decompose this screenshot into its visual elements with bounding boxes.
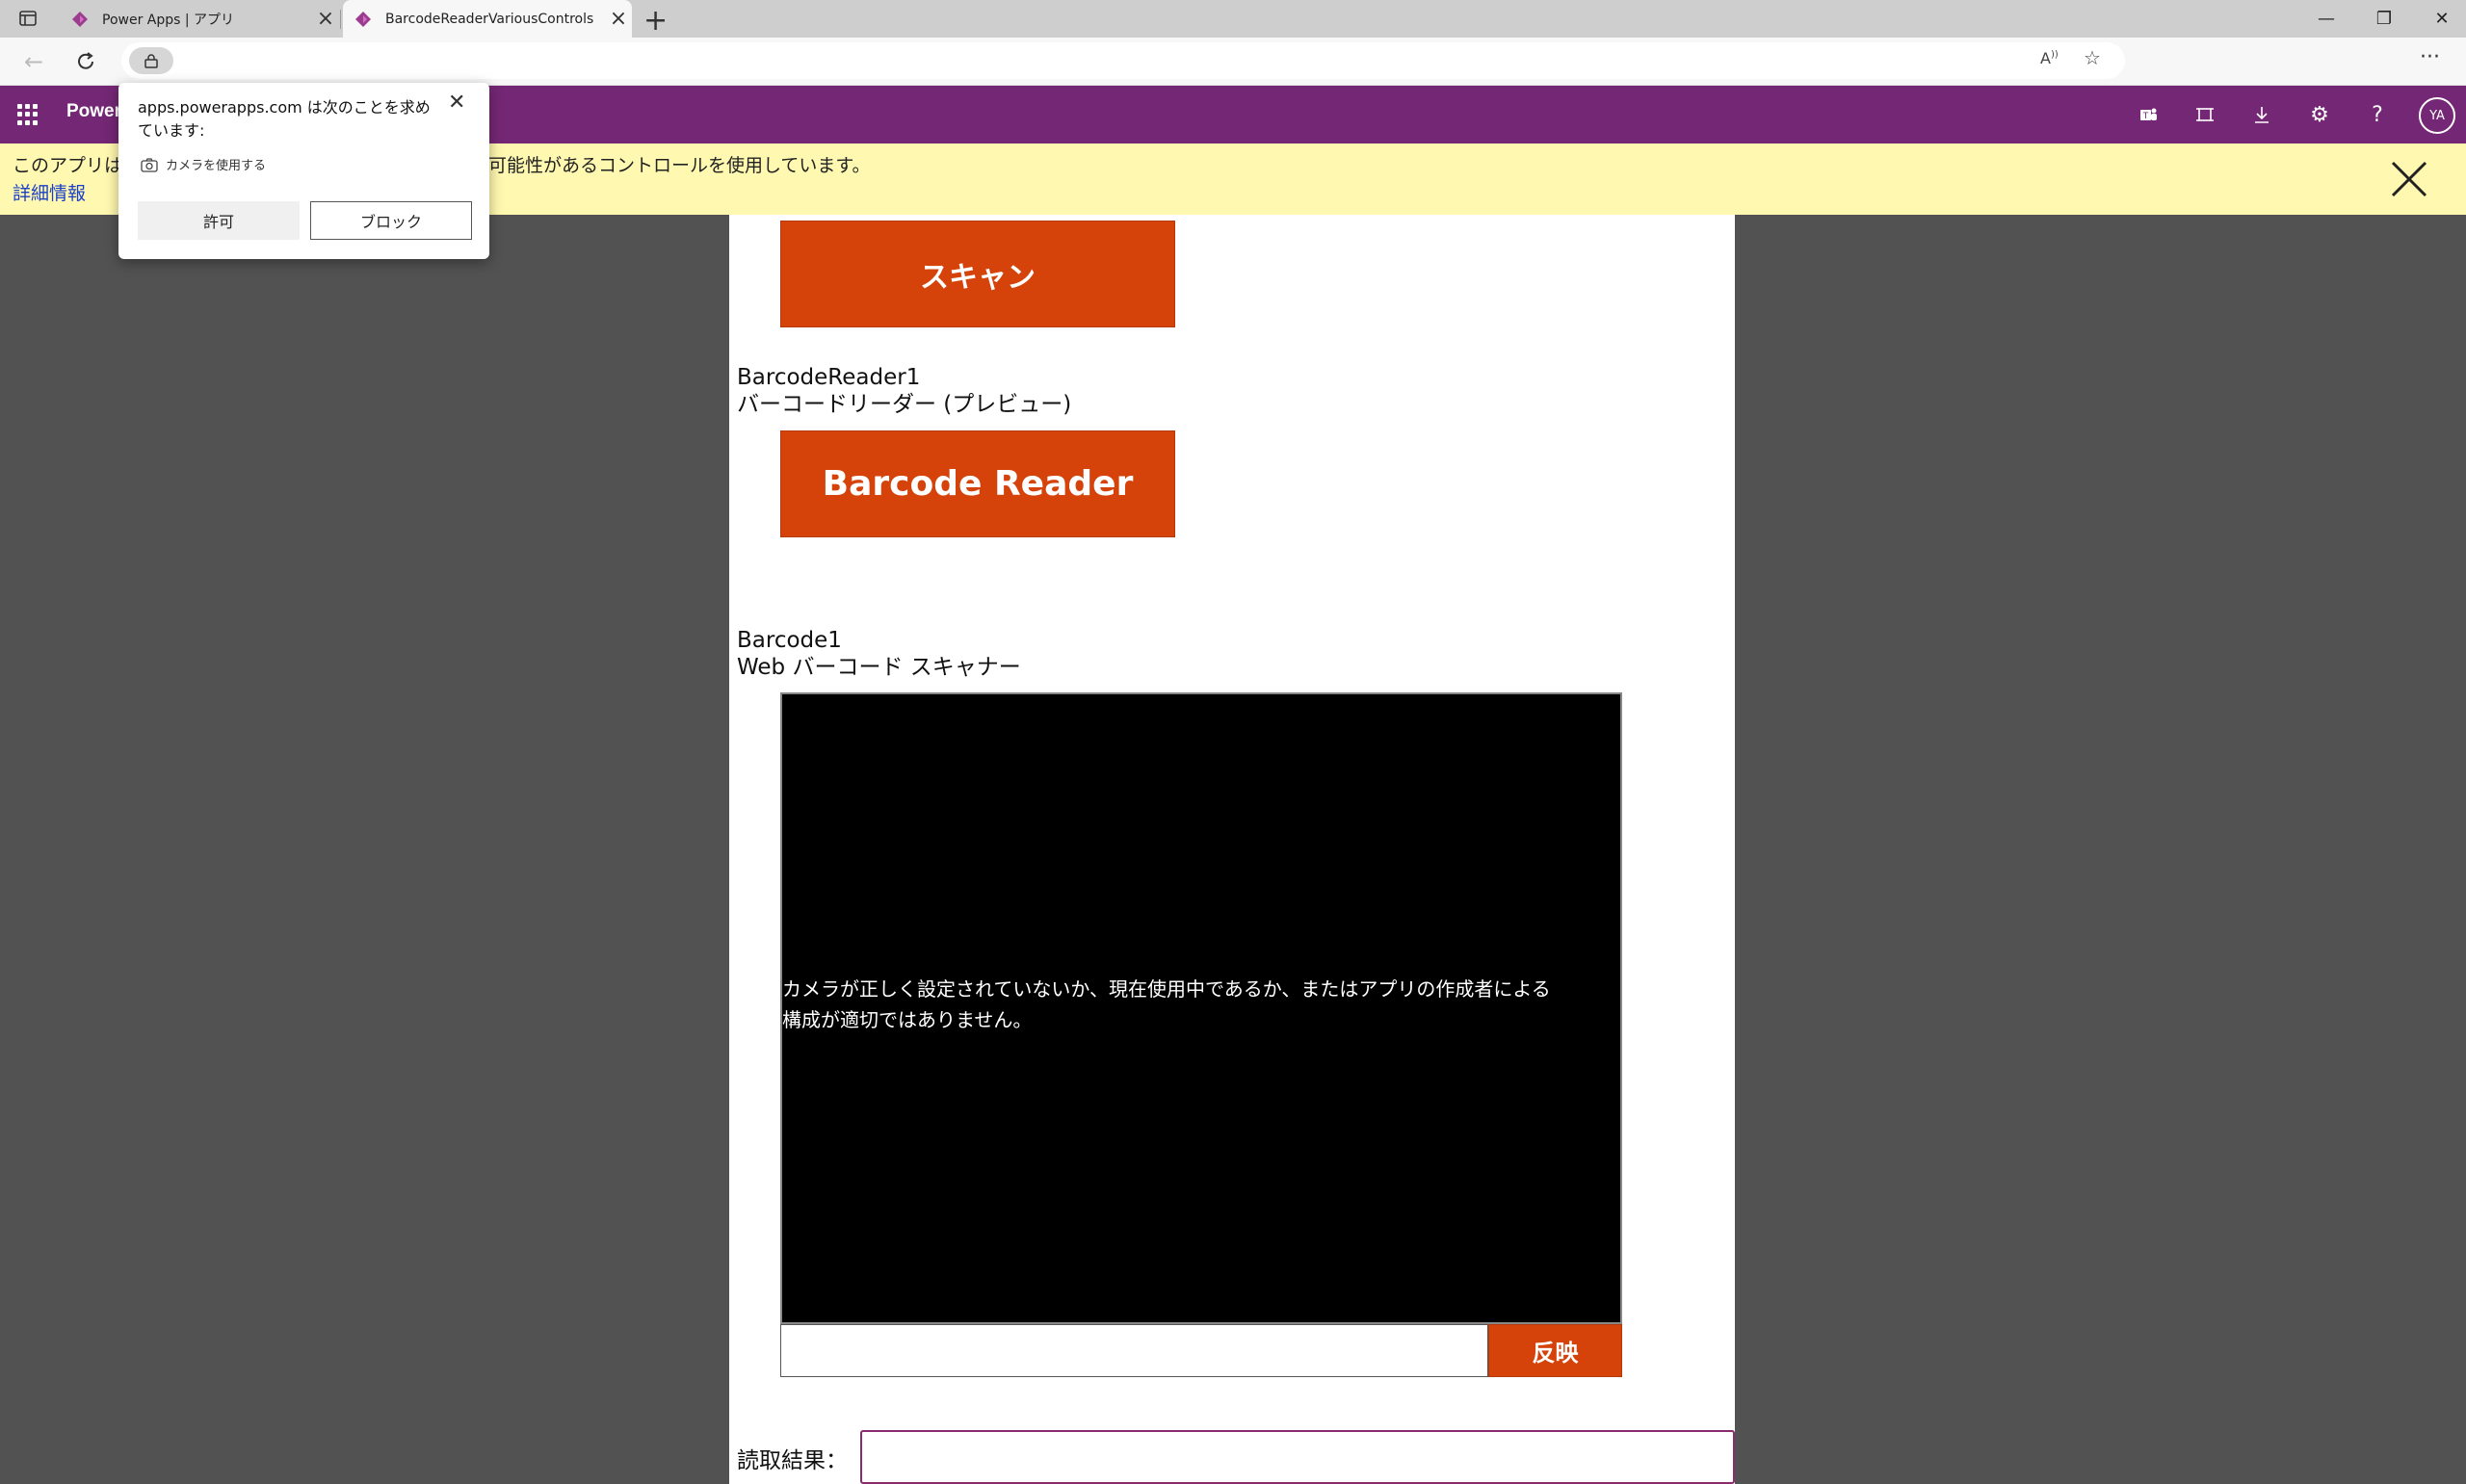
close-window-button[interactable]: ✕ (2413, 0, 2466, 38)
read-aloud-icon[interactable]: A)) (2040, 49, 2059, 67)
power-apps-icon (72, 11, 88, 27)
close-icon[interactable] (2385, 155, 2433, 203)
tab-actions-icon[interactable] (17, 9, 39, 28)
avatar[interactable]: YA (2419, 97, 2455, 134)
browser-tab-strip: Power Apps | アプリ × BarcodeReaderVariousC… (0, 0, 2466, 38)
permission-title: apps.powerapps.com は次のことを求めています: (138, 98, 431, 140)
block-button[interactable]: ブロック (310, 201, 472, 240)
result-label: 読取結果： (737, 1448, 848, 1473)
close-icon[interactable]: × (312, 7, 339, 31)
more-options-icon[interactable]: ··· (2420, 45, 2440, 69)
fit-to-window-icon[interactable] (2190, 99, 2220, 130)
camera-icon (141, 157, 158, 172)
tab-divider (340, 10, 341, 29)
scanner-value-input[interactable] (780, 1324, 1488, 1377)
power-apps-icon (355, 11, 371, 27)
learn-more-link[interactable]: 詳細情報 (13, 179, 86, 205)
close-icon[interactable]: × (605, 7, 632, 31)
tab-title: BarcodeReaderVariousControls (385, 11, 594, 27)
result-input[interactable] (860, 1430, 1735, 1484)
new-tab-icon[interactable]: + (643, 4, 668, 38)
address-input[interactable] (121, 42, 2125, 79)
reload-icon[interactable] (69, 45, 102, 78)
barcode-reader-name-label: BarcodeReader1 (737, 365, 921, 390)
settings-gear-icon[interactable]: ⚙ (2304, 99, 2335, 130)
svg-text:T: T (2142, 112, 2149, 121)
restore-button[interactable]: ❐ (2355, 0, 2413, 38)
app-title: Power (66, 101, 122, 121)
teams-icon[interactable]: T (2133, 99, 2164, 130)
web-barcode-scanner-viewport[interactable]: カメラが正しく設定されていないか、現在使用中であるか、またはアプリの作成者による… (780, 692, 1622, 1324)
apply-button[interactable]: 反映 (1488, 1324, 1622, 1377)
barcode-reader-type-label: バーコードリーダー (プレビュー) (737, 392, 1072, 417)
allow-button[interactable]: 許可 (138, 201, 300, 240)
help-icon[interactable]: ? (2362, 99, 2393, 130)
camera-error-line-2: 構成が適切ではありません。 (782, 1008, 1033, 1031)
camera-request-row: カメラを使用する (141, 155, 266, 173)
browser-tab-barcode-app[interactable]: BarcodeReaderVariousControls × (343, 0, 632, 38)
camera-permission-popup: apps.powerapps.com は次のことを求めています: ✕ カメラを使… (118, 83, 489, 259)
minimize-button[interactable]: — (2297, 0, 2355, 38)
app-canvas: スキャン BarcodeReader1 バーコードリーダー (プレビュー) Ba… (729, 215, 1735, 1484)
warning-text-end: 可能性があるコントロールを使用しています。 (488, 155, 871, 176)
tab-title: Power Apps | アプリ (102, 12, 235, 28)
app-launcher-icon[interactable] (17, 104, 39, 125)
address-bar-row: ← A)) ☆ ··· (0, 38, 2466, 86)
download-icon[interactable] (2246, 99, 2277, 130)
camera-error-line-1: カメラが正しく設定されていないか、現在使用中であるか、またはアプリの作成者による (782, 977, 1551, 1001)
barcode-scanner-name-label: Barcode1 (737, 628, 842, 653)
barcode-reader-button[interactable]: Barcode Reader (780, 430, 1175, 537)
close-icon[interactable]: ✕ (448, 91, 465, 115)
warning-text-start: このアプリは (13, 155, 123, 176)
back-icon[interactable]: ← (17, 45, 50, 78)
site-info-lock-icon[interactable] (129, 47, 173, 74)
barcode-scanner-type-label: Web バーコード スキャナー (737, 655, 1021, 680)
favorites-icon[interactable]: ☆ (2084, 46, 2101, 69)
browser-tab-power-apps[interactable]: Power Apps | アプリ × (60, 0, 339, 38)
camera-request-text: カメラを使用する (166, 159, 267, 173)
camera-error-message: カメラが正しく設定されていないか、現在使用中であるか、またはアプリの作成者による… (782, 974, 1624, 1035)
scan-button[interactable]: スキャン (780, 221, 1175, 327)
